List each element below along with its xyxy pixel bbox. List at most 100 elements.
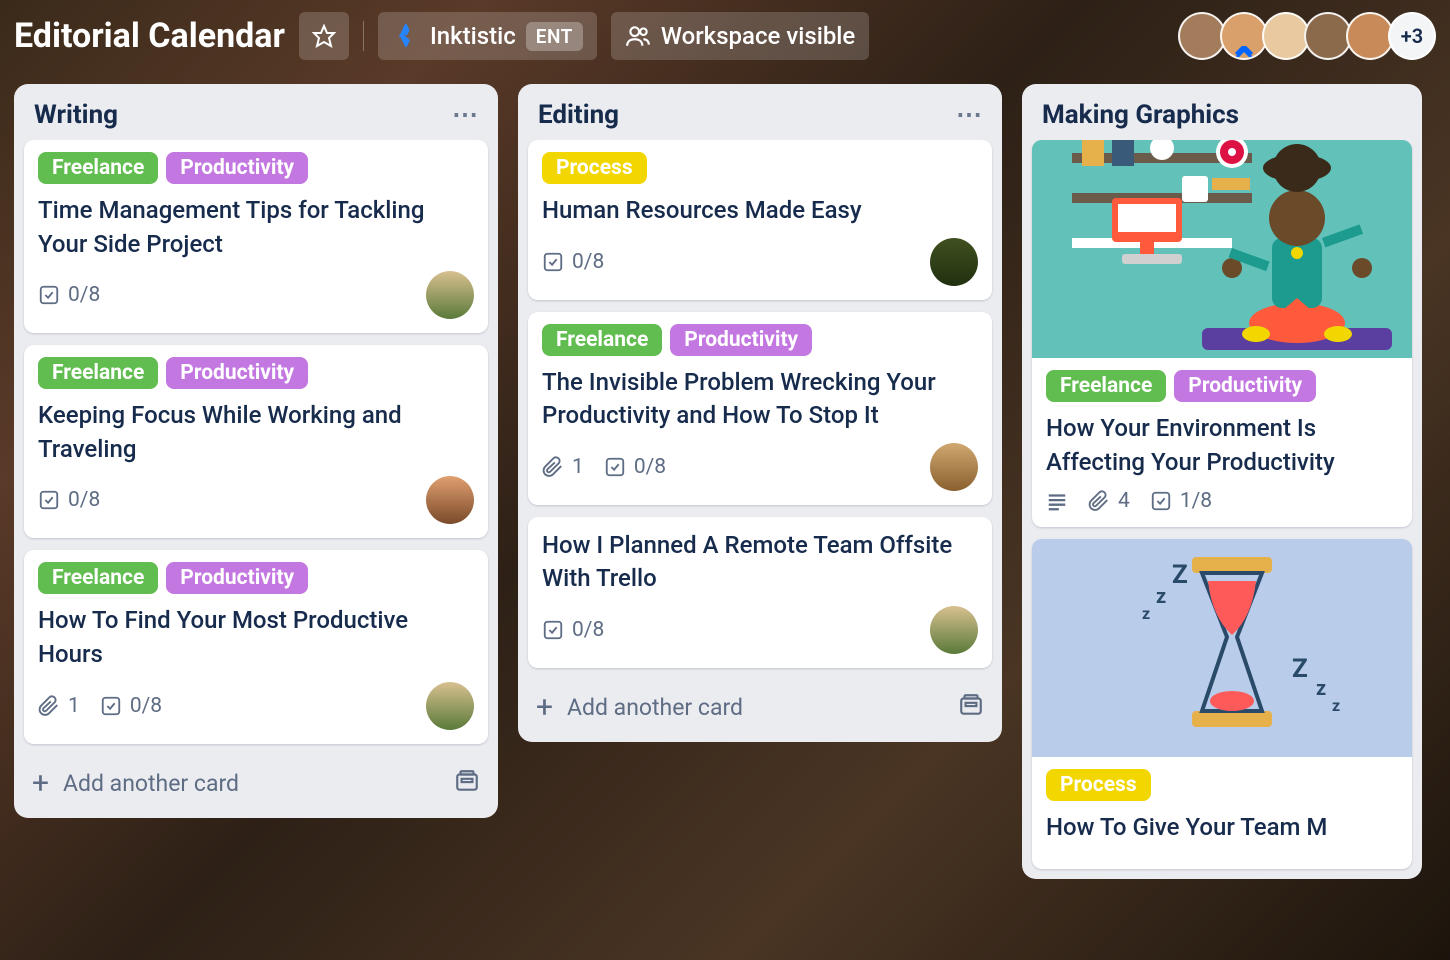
workspace-name: Inktistic [430,22,516,50]
card-member-avatar[interactable] [426,271,474,319]
admin-chevron-icon [1222,46,1266,60]
member-avatar[interactable] [1262,12,1310,60]
card-title: Human Resources Made Easy [542,194,978,228]
attachment-badge: 1 [542,455,584,479]
member-avatar[interactable] [1304,12,1352,60]
visibility-label: Workspace visible [661,22,855,50]
board: Writing ⋯ Freelance Productivity Time Ma… [0,74,1450,954]
card-member-avatar[interactable] [426,682,474,730]
attachment-badge: 1 [38,694,80,718]
card[interactable]: Process Human Resources Made Easy 0/8 [528,140,992,300]
card[interactable]: Freelance Productivity How Your Environm… [1032,140,1412,527]
star-icon [312,24,336,48]
add-card-button[interactable]: + Add another card [32,769,239,799]
card-member-avatar[interactable] [930,606,978,654]
star-button[interactable] [299,12,349,60]
people-icon [625,23,651,49]
checklist-icon [1150,490,1172,512]
list-title[interactable]: Writing [34,100,118,130]
checklist-icon [38,489,60,511]
card-title: How Your Environment Is Affecting Your P… [1046,412,1398,479]
workspace-button[interactable]: Inktistic ENT [378,12,597,60]
card-labels: Freelance Productivity [1046,370,1398,402]
visibility-button[interactable]: Workspace visible [611,12,869,60]
card-labels: Freelance Productivity [38,562,474,594]
list-menu-button[interactable]: ⋯ [452,100,480,130]
board-members: +3 [1184,12,1436,60]
card-cover: Z z z Z z z [1032,539,1412,757]
checklist-icon [100,695,122,717]
checklist-badge: 0/8 [38,283,100,307]
label-freelance[interactable]: Freelance [38,562,158,594]
card-badges: 0/8 [38,476,474,524]
member-avatar[interactable] [1178,12,1226,60]
card-badges: 0/8 [542,606,978,654]
checklist-count: 0/8 [130,694,162,718]
label-productivity[interactable]: Productivity [166,562,308,594]
checklist-badge: 1/8 [1150,489,1212,513]
label-productivity[interactable]: Productivity [670,324,812,356]
paperclip-icon [542,456,564,478]
card-template-button[interactable] [958,692,984,724]
checklist-icon [604,456,626,478]
card[interactable]: Freelance Productivity Time Management T… [24,140,488,333]
more-members-button[interactable]: +3 [1388,12,1436,60]
attachment-count: 1 [572,455,584,479]
list-title[interactable]: Editing [538,100,619,130]
more-members-count: +3 [1401,24,1423,48]
card-title: How To Give Your Team M [1046,811,1398,845]
description-badge [1046,490,1068,512]
add-card-button[interactable]: + Add another card [536,693,743,723]
list-menu-button[interactable]: ⋯ [956,100,984,130]
plus-icon: + [536,693,553,723]
card-title: The Invisible Problem Wrecking Your Prod… [542,366,978,433]
card-badges: 0/8 [38,271,474,319]
checklist-badge: 0/8 [100,694,162,718]
label-freelance[interactable]: Freelance [38,357,158,389]
card-template-button[interactable] [454,768,480,800]
label-freelance[interactable]: Freelance [542,324,662,356]
card-labels: Freelance Productivity [38,357,474,389]
svg-text:z: z [1316,676,1326,700]
list-title[interactable]: Making Graphics [1042,100,1239,130]
member-avatar[interactable] [1220,12,1268,60]
list-writing: Writing ⋯ Freelance Productivity Time Ma… [14,84,498,818]
card-member-avatar[interactable] [930,238,978,286]
card-member-avatar[interactable] [930,443,978,491]
list-footer: + Add another card [14,754,498,818]
checklist-count: 0/8 [68,488,100,512]
card-labels: Freelance Productivity [542,324,978,356]
add-card-label: Add another card [567,694,743,721]
card-title: Time Management Tips for Tackling Your S… [38,194,474,261]
board-title[interactable]: Editorial Calendar [14,16,285,56]
checklist-badge: 0/8 [542,250,604,274]
label-process[interactable]: Process [542,152,647,184]
checklist-count: 0/8 [572,618,604,642]
label-freelance[interactable]: Freelance [38,152,158,184]
member-avatar[interactable] [1346,12,1394,60]
label-productivity[interactable]: Productivity [166,152,308,184]
workspace-plan-badge: ENT [526,22,583,51]
checklist-icon [542,619,564,641]
label-productivity[interactable]: Productivity [166,357,308,389]
card[interactable]: Freelance Productivity Keeping Focus Whi… [24,345,488,538]
card-title: Keeping Focus While Working and Travelin… [38,399,474,466]
card-member-avatar[interactable] [426,476,474,524]
card[interactable]: Freelance Productivity How To Find Your … [24,550,488,743]
list-editing: Editing ⋯ Process Human Resources Made E… [518,84,1002,742]
attachment-count: 1 [68,694,80,718]
label-freelance[interactable]: Freelance [1046,370,1166,402]
card[interactable]: Z z z Z z z Process How To Give Your Tea… [1032,539,1412,869]
label-productivity[interactable]: Productivity [1174,370,1316,402]
list-footer: + Add another card [518,678,1002,742]
list-cards: Freelance Productivity Time Management T… [14,140,498,754]
header-divider [363,21,364,51]
card-labels: Process [542,152,978,184]
card[interactable]: Freelance Productivity The Invisible Pro… [528,312,992,505]
label-process[interactable]: Process [1046,769,1151,801]
checklist-count: 0/8 [634,455,666,479]
checklist-badge: 0/8 [38,488,100,512]
list-cards: Process Human Resources Made Easy 0/8 Fr… [518,140,1002,678]
card[interactable]: How I Planned A Remote Team Offsite With… [528,517,992,668]
paperclip-icon [1088,490,1110,512]
